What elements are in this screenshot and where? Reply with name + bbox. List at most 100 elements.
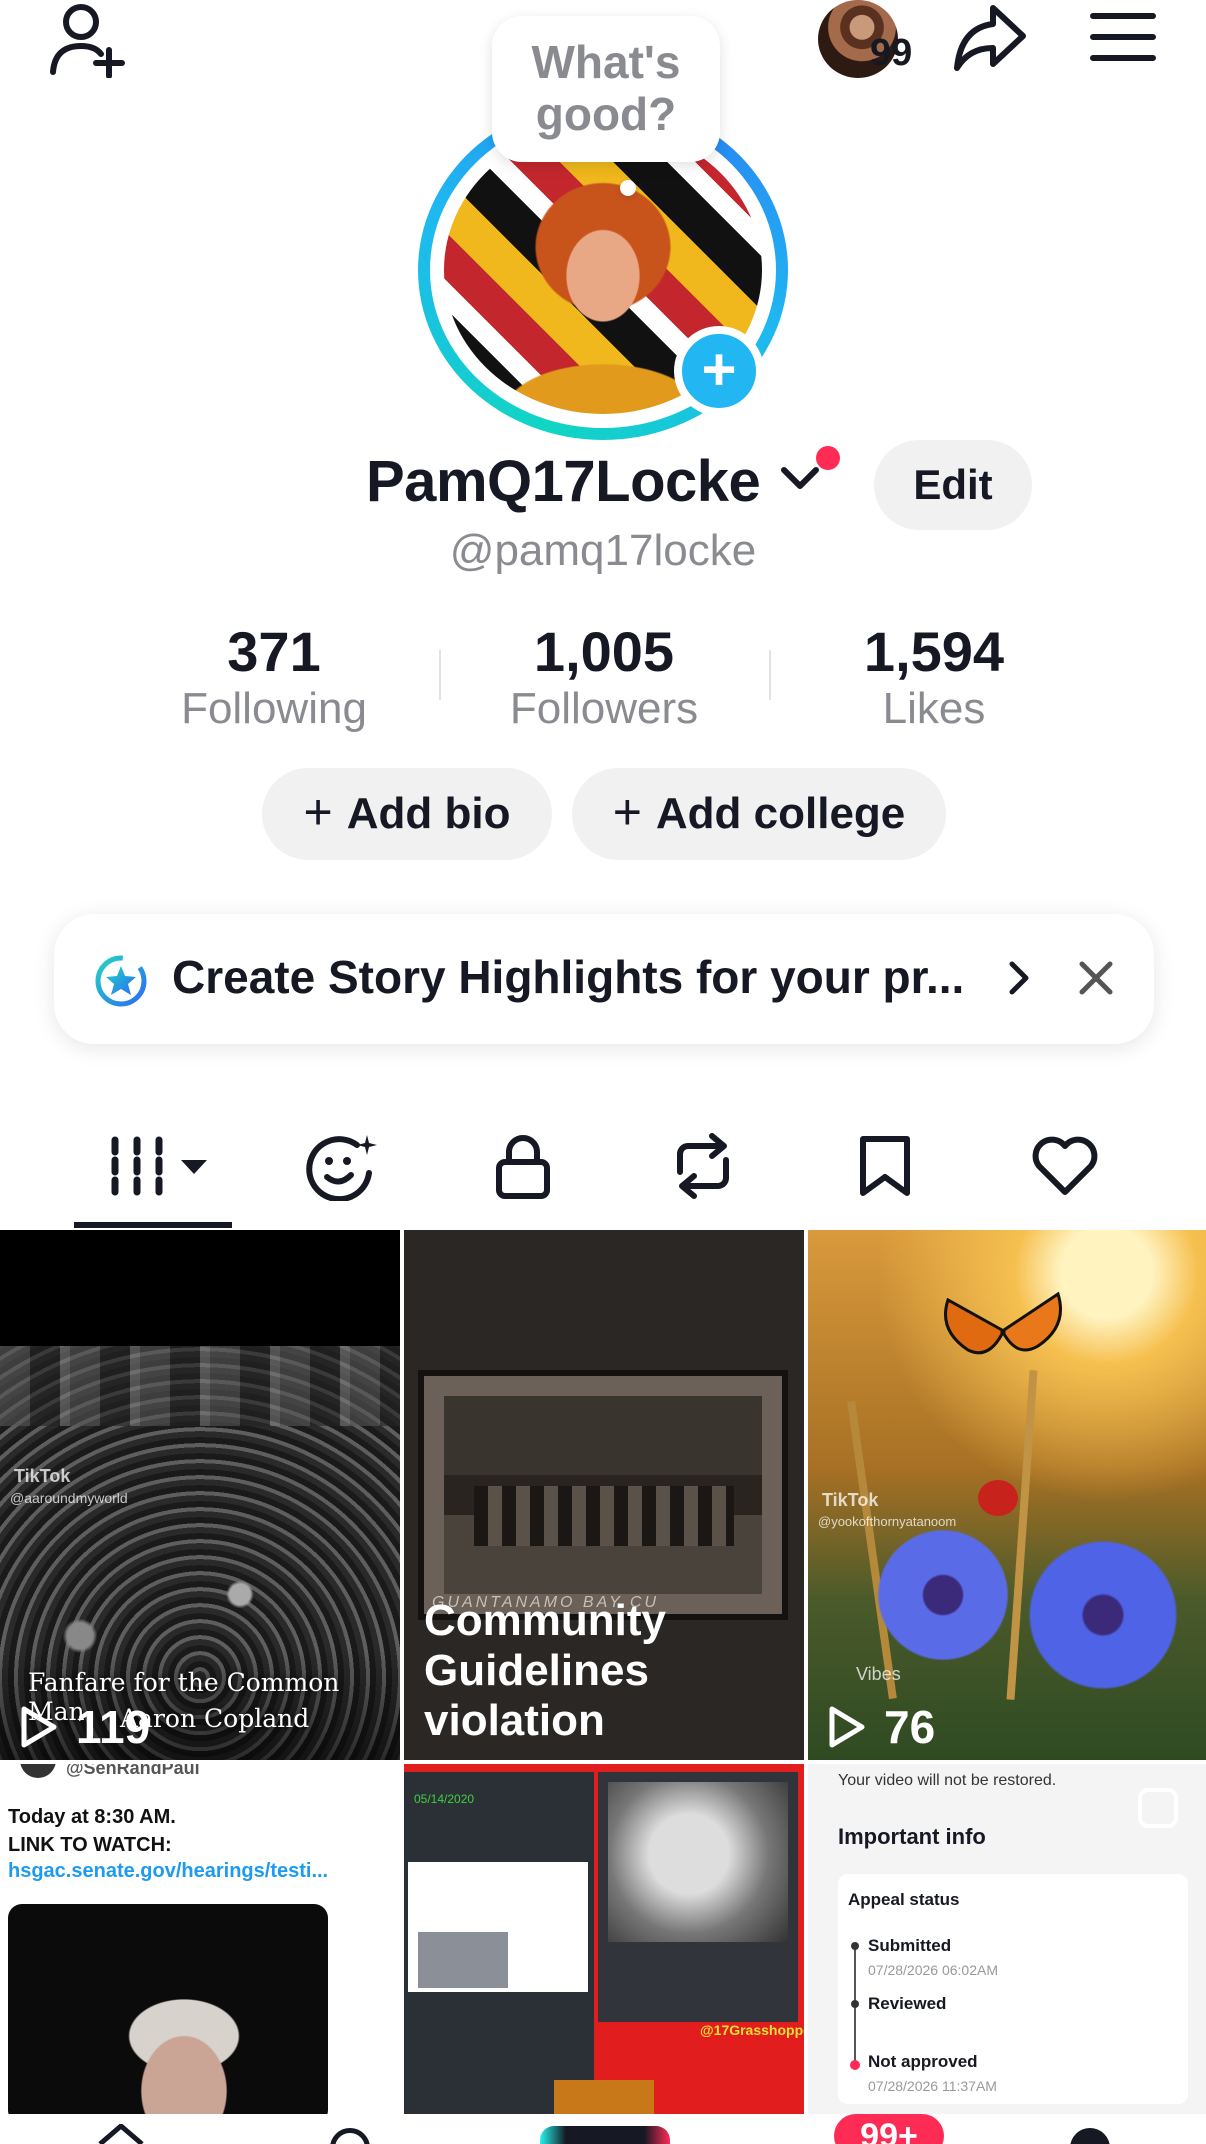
stat-followers[interactable]: 1,005 Followers bbox=[484, 620, 724, 734]
tab-videos[interactable] bbox=[90, 1126, 220, 1206]
home-icon[interactable] bbox=[96, 2124, 146, 2144]
person-plus-icon bbox=[50, 4, 125, 78]
unread-dot bbox=[816, 446, 840, 470]
video-tile-5[interactable]: 05/14/2020 @17Grasshopper bbox=[404, 1764, 804, 2114]
tab-liked[interactable] bbox=[1000, 1126, 1130, 1206]
liked-heart-icon bbox=[1032, 1136, 1098, 1195]
tweet-link: hsgac.senate.gov/hearings/testi... bbox=[8, 1860, 329, 1882]
important-info-title: Important info bbox=[838, 1824, 986, 1849]
profile-name[interactable]: PamQ17Locke bbox=[366, 448, 761, 515]
notification-count: 99 bbox=[870, 32, 913, 74]
divider bbox=[439, 650, 441, 700]
butterfly bbox=[938, 1290, 1068, 1370]
avatar bbox=[20, 1764, 56, 1778]
hand-photo bbox=[608, 1782, 788, 1942]
highlight-star-icon bbox=[94, 954, 148, 1013]
photo-building bbox=[474, 1486, 734, 1546]
stat-likes[interactable]: 1,594 Likes bbox=[814, 620, 1054, 734]
play-icon bbox=[829, 1706, 865, 1748]
add-bio-button[interactable]: + Add bio bbox=[262, 768, 552, 860]
chevron-down-icon[interactable] bbox=[778, 464, 822, 499]
watermark-user: @aaroundmyworld bbox=[10, 1490, 128, 1506]
tab-reposts-face[interactable] bbox=[278, 1126, 408, 1206]
add-college-label: Add college bbox=[655, 789, 906, 838]
tweet-user: @SenRandPaul bbox=[66, 1764, 200, 1778]
profile-handle: @pamq17locke bbox=[449, 526, 757, 575]
chevron-right-icon[interactable] bbox=[1004, 958, 1034, 1003]
street-buildings bbox=[0, 1346, 400, 1426]
videos-grid-icon bbox=[111, 1136, 207, 1196]
step-time: 07/28/2026 11:37AM bbox=[868, 2078, 997, 2094]
tab-private[interactable] bbox=[458, 1126, 588, 1206]
ladybug bbox=[978, 1480, 1018, 1516]
post-time: 05/14/2020 bbox=[414, 1792, 475, 1806]
post-card bbox=[408, 1862, 588, 1992]
active-tab-indicator bbox=[74, 1222, 232, 1228]
tweet-link-line: LINK TO WATCH: hsgac.senate.gov/hearings… bbox=[8, 1832, 348, 1884]
stat-label: Likes bbox=[882, 684, 986, 733]
view-count: 119 bbox=[18, 1700, 150, 1754]
step-label: Submitted bbox=[868, 1936, 952, 1955]
banner-text: Create Story Highlights for your pr... bbox=[172, 951, 965, 1003]
hamburger-menu-icon bbox=[1090, 13, 1156, 61]
tab-reposts[interactable] bbox=[638, 1126, 768, 1206]
multi-photo-icon bbox=[1138, 1788, 1178, 1828]
cornflower bbox=[868, 1520, 1018, 1670]
timeline-dot-red bbox=[850, 2060, 860, 2070]
plus-icon: + bbox=[612, 784, 642, 840]
watermark-user: @yookofthornyatanoom bbox=[818, 1514, 957, 1529]
video-tile-1[interactable]: TikTok @aaroundmyworld Fanfare for the C… bbox=[0, 1230, 400, 1760]
status-bubble[interactable]: What's good? bbox=[492, 16, 720, 162]
menu-button[interactable] bbox=[1086, 4, 1160, 70]
story-highlights-banner[interactable]: Create Story Highlights for your pr... bbox=[54, 914, 1154, 1044]
stat-label: Followers bbox=[509, 684, 699, 733]
stat-following[interactable]: 371 Following bbox=[154, 620, 394, 734]
add-story-button[interactable]: + bbox=[674, 326, 764, 416]
tweet-text: Today at 8:30 AM. bbox=[8, 1806, 176, 1828]
appeal-card: Appeal status Submitted 07/28/2026 06:02… bbox=[838, 1874, 1188, 2104]
view-count: 76 bbox=[826, 1700, 935, 1754]
friends-icon[interactable] bbox=[330, 2128, 370, 2144]
add-friend-button[interactable] bbox=[40, 0, 130, 80]
stat-value: 1,594 bbox=[863, 620, 1005, 683]
stat-value: 371 bbox=[227, 620, 321, 683]
plus-icon: + bbox=[303, 784, 333, 840]
bottom-nav: 99+ bbox=[0, 2114, 1206, 2144]
bookmark-icon bbox=[860, 1136, 910, 1196]
video-tile-6[interactable]: Your video will not be restored. Importa… bbox=[808, 1764, 1206, 2114]
video-tile-2[interactable]: GUANTANAMO BAY CU Community Guidelines v… bbox=[404, 1230, 804, 1760]
close-icon[interactable] bbox=[1076, 958, 1116, 1003]
screenshot-left: 05/14/2020 bbox=[404, 1772, 594, 2114]
vibes-label: Vibes bbox=[856, 1664, 901, 1684]
plus-icon: + bbox=[701, 336, 737, 403]
screenshot-right bbox=[598, 1772, 798, 2022]
private-lock-icon bbox=[496, 1135, 550, 1199]
play-icon bbox=[21, 1706, 57, 1748]
step-label: Reviewed bbox=[868, 1994, 947, 2013]
tweet-link-prefix: LINK TO WATCH: bbox=[8, 1834, 172, 1856]
video-tile-4[interactable]: @SenRandPaul Today at 8:30 AM. LINK TO W… bbox=[0, 1764, 400, 2114]
edit-profile-button[interactable]: Edit bbox=[874, 440, 1032, 530]
tiktok-watermark: TikTok bbox=[14, 1466, 71, 1486]
view-count-value: 76 bbox=[884, 1701, 936, 1753]
reposts-face-icon bbox=[306, 1135, 377, 1201]
share-arrow-icon bbox=[954, 5, 1026, 71]
view-count-value: 119 bbox=[76, 1701, 151, 1753]
stat-value: 1,005 bbox=[533, 620, 675, 683]
status-bubble-text: What's good? bbox=[531, 36, 681, 140]
profile-icon[interactable] bbox=[1070, 2128, 1110, 2144]
post-photo bbox=[418, 1932, 508, 1988]
tweet-photo bbox=[8, 1904, 328, 2114]
tiktok-watermark: TikTok bbox=[822, 1490, 879, 1510]
divider bbox=[769, 650, 771, 700]
add-bio-label: Add bio bbox=[346, 789, 511, 838]
violation-caption: Community Guidelines violation bbox=[424, 1596, 666, 1745]
create-button[interactable] bbox=[540, 2126, 670, 2144]
tab-favorites[interactable] bbox=[820, 1126, 950, 1206]
step-time: 07/28/2026 06:02AM bbox=[868, 1962, 998, 1978]
stat-label: Following bbox=[181, 684, 367, 733]
share-button[interactable] bbox=[948, 0, 1032, 76]
add-college-button[interactable]: + Add college bbox=[572, 768, 946, 860]
video-tile-3[interactable]: TikTok @yookofthornyatanoom Vibes 76 bbox=[808, 1230, 1206, 1760]
cornflower bbox=[1018, 1530, 1188, 1700]
